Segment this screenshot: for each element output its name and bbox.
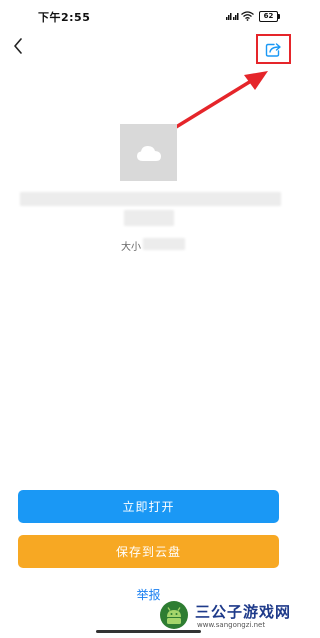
watermark-title: 三公子游戏网 [195,603,292,621]
share-icon [265,42,281,57]
back-button[interactable] [8,35,28,57]
battery-icon: 62 [259,11,280,22]
file-size-redacted [143,238,185,250]
status-time: 下午2:55 [38,11,91,24]
wifi-icon [241,11,254,21]
save-to-cloud-button[interactable]: 保存到云盘 [18,535,279,568]
signal-icon [233,13,239,20]
file-size-label: 大小 [121,242,141,253]
file-thumbnail [120,124,177,181]
status-bar: 下午2:55 62 [0,0,297,30]
signal-icon [226,13,232,20]
android-logo-icon [160,601,188,629]
home-indicator [96,630,201,633]
chevron-left-icon [14,38,22,54]
nav-bar [0,30,297,64]
share-button[interactable] [256,34,291,64]
cloud-icon [136,145,161,161]
file-name-redacted [124,210,174,226]
open-now-button[interactable]: 立即打开 [18,490,279,523]
file-name-redacted [20,192,281,206]
watermark-url: www.sangongzi.net [197,621,266,629]
